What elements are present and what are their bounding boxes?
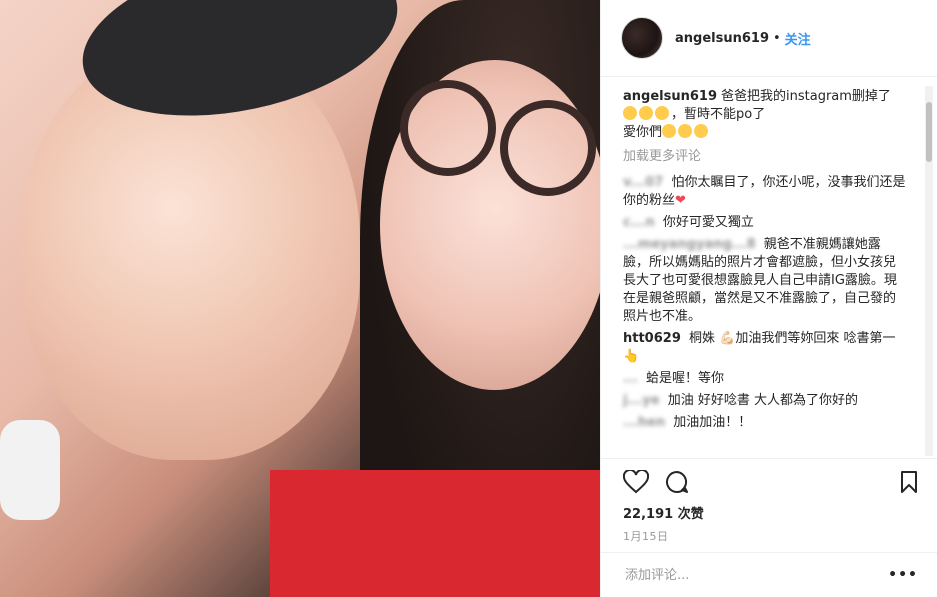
header-separator: • (773, 30, 781, 46)
kiss-emoji-icon (694, 124, 709, 138)
likes-count[interactable]: 22,191 次赞 (623, 503, 918, 522)
heart-icon[interactable] (623, 470, 649, 494)
comments-scrollbar[interactable] (925, 86, 933, 456)
heart-emoji-icon: ❤ (675, 193, 686, 208)
comments-list: angelsun619 爸爸把我的instagram删掉了 ，暫時不能po了 愛你… (601, 88, 926, 450)
crying-emoji-icon (655, 106, 669, 120)
comment-item: c...n 你好可愛又獨立 (623, 214, 906, 232)
add-comment-input[interactable] (623, 566, 889, 584)
post-header: angelsun619 • 关注 (601, 0, 937, 77)
comment-username[interactable]: j...ye (623, 393, 660, 408)
comment-username[interactable]: ...hen (623, 415, 665, 430)
avatar[interactable] (621, 17, 663, 59)
caption-text-3: 愛你們 (623, 125, 663, 140)
comment-username[interactable]: ...meyangyang...8 (623, 237, 756, 252)
comment-text: 蛤是喔！等你 (645, 371, 724, 386)
comment-item: ... 蛤是喔！等你 (623, 370, 906, 388)
comment-item: v...07 怕你太瞩目了，你还小呢，没事我们还是你的粉丝❤ (623, 174, 906, 210)
add-comment-bar: ••• (601, 552, 937, 597)
caption-text-1: 爸爸把我的instagram删掉了 (721, 89, 891, 104)
comment-username[interactable]: ... (623, 371, 638, 386)
comment-item: ...hen 加油加油！！ (623, 414, 906, 432)
comment-text: 你好可愛又獨立 (662, 215, 754, 230)
comment-item: htt0629 桐姝 💪🏻加油我們等妳回來 唸書第一👆 (623, 330, 906, 366)
crying-emoji-icon (623, 106, 637, 120)
post-modal: angelsun619 • 关注 angelsun619 爸爸把我的instagr… (0, 0, 937, 597)
follow-button[interactable]: 关注 (785, 29, 811, 48)
header-username[interactable]: angelsun619 (675, 31, 769, 46)
comment-username[interactable]: htt0629 (623, 331, 681, 346)
post-caption: angelsun619 爸爸把我的instagram删掉了 ，暫時不能po了 愛你… (623, 88, 906, 142)
post-actions: 22,191 次赞 1月15日 (601, 458, 937, 544)
crying-emoji-icon (639, 106, 653, 120)
comment-text: 加油加油！！ (673, 415, 752, 430)
likes-label: 次赞 (677, 507, 704, 522)
more-options-icon[interactable]: ••• (888, 567, 918, 583)
load-more-comments-link[interactable]: 加载更多评论 (623, 148, 906, 166)
comment-icon[interactable] (665, 470, 689, 494)
bookmark-icon[interactable] (900, 471, 918, 493)
comment-item: ...meyangyang...8 親爸不准親媽讓她露臉，所以媽媽貼的照片才會都… (623, 236, 906, 326)
caption-text-2: ，暫時不能po了 (671, 107, 766, 122)
comment-username[interactable]: c...n (623, 215, 655, 230)
kiss-emoji-icon (662, 124, 677, 138)
post-side-panel: angelsun619 • 关注 angelsun619 爸爸把我的instagr… (600, 0, 937, 597)
comment-item: j...ye 加油 好好唸書 大人都為了你好的 (623, 392, 906, 410)
comment-text: 怕你太瞩目了，你还小呢，没事我们还是你的粉丝 (623, 175, 906, 208)
caption-username[interactable]: angelsun619 (623, 89, 717, 104)
post-photo[interactable] (0, 0, 600, 597)
likes-number: 22,191 (623, 507, 674, 522)
comment-username[interactable]: v...07 (623, 175, 663, 190)
post-date[interactable]: 1月15日 (623, 528, 918, 544)
comment-text: 加油 好好唸書 大人都為了你好的 (667, 393, 858, 408)
kiss-emoji-icon (678, 124, 693, 138)
